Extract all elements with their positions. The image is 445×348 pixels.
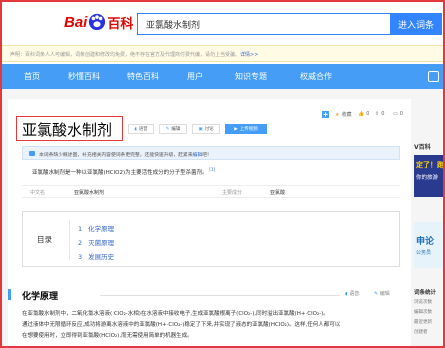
video-icon: ▶ [234,126,238,132]
feedback-button[interactable]: ▭ 0 [393,111,403,117]
nav-item-featured[interactable]: 特色百科 [127,71,159,82]
sidebar-ad-2-text: 申论 [416,237,435,247]
paragraph-line: 通过液体中无限循环反应,成功将游离水溶液中的亚氯酸(H+·ClO₂-)稳定了下来… [22,322,341,328]
basic-info: 中文名 亚氯酸水制剂 主要成分 亚氯酸 [22,185,400,198]
speaker-icon: ◖ [134,126,137,132]
sidebar-stat: 最近更新 [414,320,432,325]
feedback-count: 0 [399,111,403,117]
sidebar-stat: 编辑次数 [414,310,432,315]
toc-heading: 目录 [37,235,52,244]
logo-bai-text: Bai [64,13,88,31]
user-center-icon[interactable] [428,71,439,82]
toc-item-label: 发展历史 [88,253,115,261]
pencil-icon: ✎ [374,291,379,297]
section-title-chemistry: 化学原理 [22,292,59,302]
infobar-suffix: 吧！ [202,153,212,158]
sidebar-ad-2[interactable]: 申论 公务员 [414,222,445,268]
search-input-value: 亚氯酸水制剂 [146,21,201,31]
paw-icon [89,13,106,31]
search-input[interactable]: 亚氯酸水制剂 [137,13,390,35]
discuss-label: 讨论 [204,127,214,132]
logo-baike-text: 百科 [107,16,134,32]
upload-video-button[interactable]: ▶ 上传视频 [225,124,267,134]
nav-item-home[interactable]: 首页 [24,71,40,82]
paragraph-line: 在想要使用时，立即得到亚氯酸(HClO₂),而无需使用简单的机器生成。 [22,333,193,339]
collect-label: 收藏 [341,112,352,118]
baidu-baike-logo[interactable]: Bai 百科 [64,11,133,33]
star-icon: ★ [335,111,340,118]
upload-video-label: 上传视频 [239,127,258,132]
enter-entry-button[interactable]: 进入词条 [390,13,442,35]
toc-item-history[interactable]: 3 发展历史 [78,251,114,261]
section-voice-label: 语音 [349,291,360,297]
page-title: 亚氯酸水制剂 [22,121,113,139]
summary-reference[interactable]: [1] [209,167,215,172]
like-count: 0 [366,111,370,117]
sidebar-ad-1-subtext: 你的旅游 [416,175,439,181]
notice-text: 声明：百科词条人人可编辑，词条创建和修改均免费，绝不存在官方及代理商付费代编，请… [10,52,241,58]
speaker-icon: ◖ [345,291,348,297]
table-of-contents: 目录 1 化学原理 2 灭菌原理 3 发展历史 [22,211,400,267]
pencil-icon: ✎ [165,126,170,132]
sidebar-stats-title: 词条统计 [414,290,437,296]
chat-icon: ▭ [393,111,398,117]
discuss-button[interactable]: ▣ 讨论 [192,124,220,134]
toc-item-sterilization[interactable]: 2 灭菌原理 [78,237,114,247]
toc-divider [69,220,70,260]
sidebar-stat: 浏览次数 [414,300,432,305]
section-voice-button[interactable]: ◖ 语音 [345,290,359,297]
share-button[interactable]: ⇪ 0 [375,111,384,117]
comment-icon: ▣ [198,126,203,132]
sidebar-vbaike-title: V百科 [414,144,431,151]
thumb-up-icon: 👍 [358,111,365,117]
toc-item-label: 灭菌原理 [88,239,115,247]
disclaimer-notice: 声明：百科词条人人可编辑，词条创建和修改均免费，绝不存在官方及代理商付费代编，请… [0,45,445,62]
edit-button[interactable]: ✎ 编辑 [159,124,187,134]
section-edit-label: 编辑 [379,291,390,297]
notice-details-link[interactable]: 详情>> [240,52,258,58]
summary-text: 亚氯酸水制剂是一种以亚氯酸(HClO2)为主要活性成分的分子型杀菌剂。 [1] [32,167,215,176]
voice-label: 语音 [138,127,148,132]
sidebar-ad-1[interactable]: 定了！跑 你的旅游 [414,155,445,197]
top-bar: Bai 百科 亚氯酸水制剂 进入词条 [0,0,445,40]
infobar-text: 本词条缺少概述图，补充相关内容使词条更完整，还能快速升级，赶紧来 [39,153,193,158]
edit-label: 编辑 [171,127,181,132]
sidebar-stat: 创建者 [414,330,428,335]
section-marker [8,289,11,300]
collect-button[interactable]: ★ 收藏 [335,111,352,119]
missing-image-infobar: 本词条缺少概述图，补充相关内容使词条更完整，还能快速升级，赶紧来编辑吧！ [22,146,400,160]
share-count: 0 [381,111,385,117]
main-nav: 首页 秒懂百科 特色百科 用户 知识专题 权威合作 [0,64,445,89]
nav-item-topics[interactable]: 知识专题 [235,71,267,82]
info-icon [29,151,35,156]
basic-info-name-label: 中文名 [30,190,46,196]
like-button[interactable]: 👍 0 [358,111,369,117]
nav-item-miaodong[interactable]: 秒懂百科 [68,71,100,82]
toc-item-label: 化学原理 [88,225,115,233]
voice-button[interactable]: ◖ 语音 [128,124,154,134]
summary-sentence: 亚氯酸水制剂是一种以亚氯酸(HClO2)为主要活性成分的分子型杀菌剂。 [32,169,208,176]
toc-item-chemistry[interactable]: 1 化学原理 [78,223,114,233]
sidebar-ad-2-subtext: 公务员 [416,250,432,256]
nav-item-authority[interactable]: 权威合作 [300,71,332,82]
section-edit-button[interactable]: ✎ 编辑 [374,290,390,297]
toc-item-number: 1 [78,225,83,233]
basic-info-component-value: 亚氯酸 [270,190,286,196]
toc-item-number: 3 [78,253,83,261]
nav-item-user[interactable]: 用户 [187,71,203,82]
toc-item-number: 2 [78,239,83,247]
add-icon[interactable] [322,111,329,118]
infobar-edit-link[interactable]: 编辑 [193,153,203,158]
paragraph-line: 在亚氯酸水制剂中，二氧化氯水溶液( ClO₂-水相)在水溶液中接收电子,生成亚氯… [22,311,329,317]
section-divider [100,295,340,296]
basic-info-name-value: 亚氯酸水制剂 [74,190,105,196]
sidebar-ad-1-text: 定了！跑 [416,161,444,169]
share-icon: ⇪ [375,111,380,117]
basic-info-component-label: 主要成分 [222,190,243,196]
